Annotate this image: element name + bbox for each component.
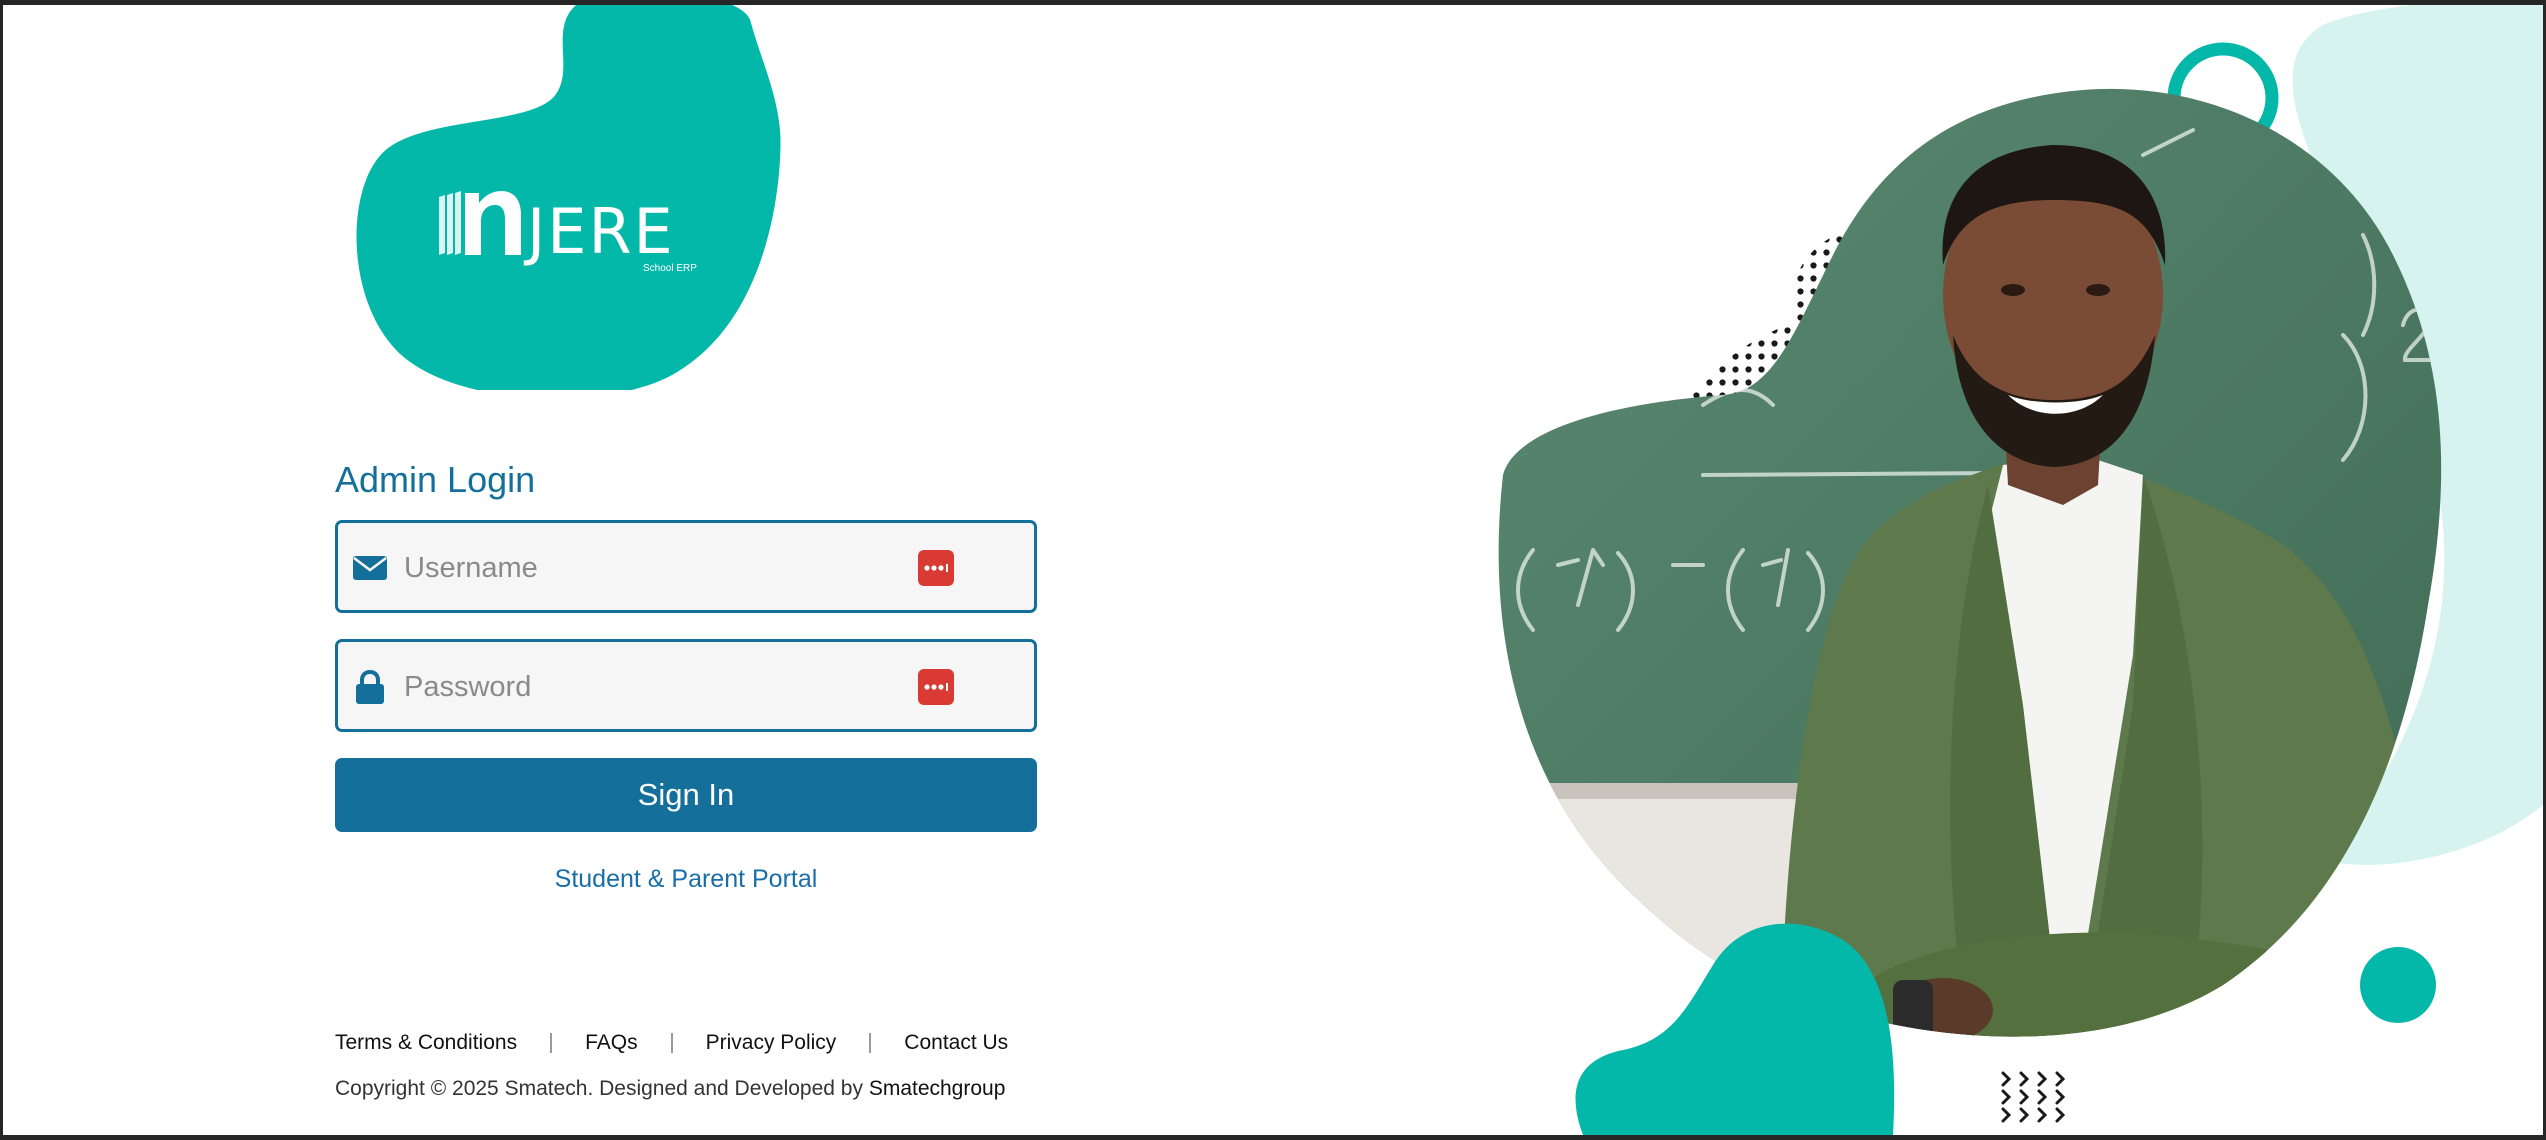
footer-divider [670, 1033, 673, 1053]
footer-divider [869, 1033, 872, 1053]
password-input[interactable] [404, 660, 824, 714]
password-manager-icon[interactable] [918, 550, 954, 586]
login-page: JERE School ERP Admin Login Username Sig… [3, 5, 2543, 1135]
username-input[interactable] [404, 541, 824, 595]
contact-us-link[interactable]: Contact Us [904, 1031, 1008, 1055]
chevron-pattern [2001, 1071, 2066, 1123]
password-field [335, 639, 1037, 732]
teal-dot-decoration [2360, 947, 2436, 1023]
privacy-policy-link[interactable]: Privacy Policy [706, 1031, 837, 1055]
logo-n-icon [439, 191, 521, 255]
student-parent-portal-link[interactable]: Student & Parent Portal [335, 867, 1037, 892]
username-field [335, 520, 1037, 613]
footer-divider [550, 1033, 553, 1053]
logo: JERE School ERP [435, 183, 715, 283]
logo-text: JERE [527, 195, 675, 268]
sign-in-button[interactable]: Sign In [335, 758, 1037, 832]
terms-link[interactable]: Terms & Conditions [335, 1031, 517, 1055]
hero-illustration [1498, 5, 2543, 1135]
footer-links: Terms & Conditions FAQs Privacy Policy C… [335, 1030, 1008, 1056]
password-manager-icon[interactable] [918, 669, 954, 705]
copyright: Copyright © 2025 Smatech. Designed and D… [335, 1078, 1005, 1099]
logo-subtext: School ERP [643, 263, 697, 274]
faqs-link[interactable]: FAQs [585, 1031, 638, 1055]
login-title: Admin Login [335, 459, 536, 500]
teal-blob-bottom [1575, 923, 1895, 1135]
copyright-brand: Smatechgroup [868, 1077, 1006, 1100]
lock-icon [356, 669, 384, 704]
envelope-icon [353, 556, 387, 580]
copyright-text: Copyright © 2025 Smatech. Designed and D… [335, 1077, 869, 1100]
